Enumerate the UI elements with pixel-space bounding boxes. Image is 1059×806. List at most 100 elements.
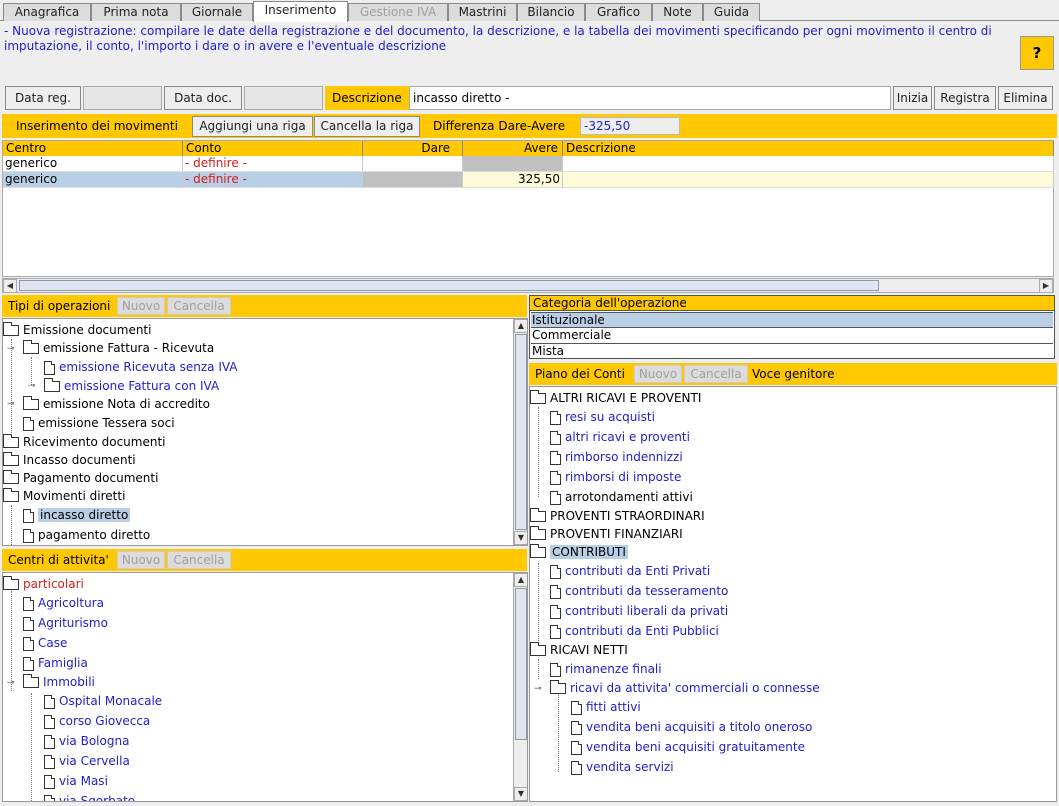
col-centro[interactable]: Centro bbox=[3, 141, 183, 156]
categoria-item-selected[interactable]: Istituzionale bbox=[531, 312, 1053, 328]
cell-dare[interactable] bbox=[363, 156, 463, 172]
tab-guida[interactable]: Guida bbox=[703, 3, 760, 21]
tree-leaf[interactable]: pagamento diretto bbox=[23, 527, 150, 545]
tab-giornale[interactable]: Giornale bbox=[181, 3, 253, 21]
tree-leaf[interactable]: contributi da tesseramento bbox=[550, 583, 728, 601]
tree-leaf[interactable]: via Sgorbato bbox=[44, 793, 135, 801]
tree-node[interactable]: RICAVI NETTI bbox=[530, 642, 628, 660]
cell-descrizione[interactable] bbox=[563, 156, 1054, 172]
tree-leaf[interactable]: contributi da Enti Pubblici bbox=[550, 623, 719, 641]
tree-leaf[interactable]: vendita beni acquisiti a titolo oneroso bbox=[571, 719, 812, 737]
tree-leaf[interactable]: via Masi bbox=[44, 773, 108, 791]
tree-leaf[interactable]: emissione Tessera soci bbox=[23, 415, 175, 433]
tab-prima-nota[interactable]: Prima nota bbox=[91, 3, 181, 21]
add-row-button[interactable]: Aggiungi una riga bbox=[192, 116, 313, 137]
tree-leaf[interactable]: rimborsi di imposte bbox=[550, 469, 681, 487]
col-dare[interactable]: Dare bbox=[363, 141, 463, 156]
tree-node-selected[interactable]: CONTRIBUTI bbox=[530, 544, 628, 562]
cell-conto[interactable]: - definire - bbox=[183, 156, 363, 172]
scroll-down-icon[interactable]: ▼ bbox=[514, 531, 527, 545]
col-conto[interactable]: Conto bbox=[183, 141, 363, 156]
col-avere[interactable]: Avere bbox=[463, 141, 563, 156]
tree-node[interactable]: PROVENTI FINANZIARI bbox=[530, 526, 683, 544]
scroll-thumb[interactable] bbox=[515, 588, 527, 740]
cell-conto[interactable]: - definire - bbox=[183, 172, 363, 188]
piano-nuovo-button: Nuovo bbox=[634, 365, 682, 383]
folder-icon bbox=[44, 378, 60, 392]
elimina-button[interactable]: Elimina bbox=[998, 86, 1053, 110]
data-doc-field[interactable] bbox=[244, 86, 323, 110]
inizia-button[interactable]: Inizia bbox=[893, 86, 932, 110]
tipi-scrollbar[interactable]: ▲ ▼ bbox=[513, 319, 527, 545]
help-button[interactable]: ? bbox=[1020, 36, 1054, 70]
data-reg-field[interactable] bbox=[83, 86, 162, 110]
tree-node[interactable]: Ricevimento documenti bbox=[3, 434, 166, 452]
scroll-right-icon[interactable]: ▶ bbox=[1039, 279, 1053, 293]
tab-anagrafica[interactable]: Anagrafica bbox=[3, 3, 91, 21]
cell-descrizione[interactable] bbox=[563, 172, 1054, 188]
scroll-down-icon[interactable]: ▼ bbox=[514, 787, 527, 801]
cell-dare[interactable] bbox=[363, 172, 463, 188]
folder-open-icon bbox=[3, 488, 19, 502]
descrizione-input[interactable]: incasso diretto - bbox=[409, 86, 891, 110]
tree-node[interactable]: Emissione documenti bbox=[3, 322, 151, 340]
tab-mastrini[interactable]: Mastrini bbox=[448, 3, 517, 21]
tipi-cancella-button: Cancella bbox=[167, 297, 231, 315]
tab-bilancio[interactable]: Bilancio bbox=[517, 3, 585, 21]
scroll-up-icon[interactable]: ▲ bbox=[514, 319, 527, 333]
tree-node[interactable]: Movimenti diretti bbox=[3, 488, 125, 506]
tree-leaf[interactable]: Ospital Monacale bbox=[44, 693, 162, 711]
centri-scrollbar[interactable]: ▲ ▼ bbox=[513, 573, 527, 801]
tree-leaf[interactable]: fitti attivi bbox=[571, 699, 641, 717]
scroll-thumb[interactable] bbox=[515, 334, 527, 530]
tree-node[interactable]: PROVENTI STRAORDINARI bbox=[530, 508, 705, 526]
data-doc-button[interactable]: Data doc. bbox=[164, 86, 242, 110]
tree-leaf-selected[interactable]: incasso diretto bbox=[23, 507, 131, 525]
tree-leaf[interactable]: Famiglia bbox=[23, 655, 88, 673]
tree-leaf[interactable]: corso Giovecca bbox=[44, 713, 150, 731]
registra-button[interactable]: Registra bbox=[934, 86, 996, 110]
tree-leaf[interactable]: emissione Ricevuta senza IVA bbox=[44, 359, 238, 377]
tree-node[interactable]: Incasso documenti bbox=[3, 452, 136, 470]
remove-row-button[interactable]: Cancella la riga bbox=[314, 116, 420, 137]
tree-leaf[interactable]: Case bbox=[23, 635, 67, 653]
tree-leaf[interactable]: rimanenze finali bbox=[550, 661, 662, 679]
data-reg-button[interactable]: Data reg. bbox=[5, 86, 81, 110]
tree-node[interactable]: emissione Fattura con IVA bbox=[44, 378, 219, 396]
tree-node[interactable]: particolari bbox=[3, 576, 84, 594]
scroll-up-icon[interactable]: ▲ bbox=[514, 573, 527, 587]
tree-leaf[interactable]: Agricoltura bbox=[23, 595, 104, 613]
tree-leaf[interactable]: via Bologna bbox=[44, 733, 129, 751]
tree-leaf[interactable]: altri ricavi e proventi bbox=[550, 429, 690, 447]
tree-node[interactable]: Immobili bbox=[23, 674, 95, 692]
tree-leaf[interactable]: contributi liberali da privati bbox=[550, 603, 728, 621]
scroll-thumb[interactable] bbox=[19, 280, 879, 291]
tab-grafico[interactable]: Grafico bbox=[585, 3, 652, 21]
movimenti-toolbar: Inserimento dei movimenti Aggiungi una r… bbox=[2, 114, 1057, 138]
tree-leaf[interactable]: via Cervella bbox=[44, 753, 130, 771]
tree-node[interactable]: emissione Fattura - Ricevuta bbox=[23, 340, 214, 358]
tree-leaf[interactable]: resi su acquisti bbox=[550, 409, 655, 427]
tree-leaf[interactable]: vendita servizi bbox=[571, 759, 674, 777]
cell-centro[interactable]: generico bbox=[3, 172, 183, 188]
tree-node[interactable]: emissione Nota di accredito bbox=[23, 396, 210, 414]
tree-leaf[interactable]: vendita beni acquisiti gratuitamente bbox=[571, 739, 805, 757]
tree-node[interactable]: ALTRI RICAVI E PROVENTI bbox=[530, 390, 701, 408]
categoria-item[interactable]: Commerciale bbox=[531, 328, 1053, 344]
tree-leaf[interactable]: Agriturismo bbox=[23, 615, 108, 633]
table-horizontal-scrollbar[interactable]: ◀ ▶ bbox=[2, 278, 1054, 293]
tree-node[interactable]: Pagamento documenti bbox=[3, 470, 158, 488]
cell-avere[interactable] bbox=[463, 156, 563, 172]
scroll-left-icon[interactable]: ◀ bbox=[3, 279, 17, 293]
categoria-title: Categoria dell'operazione bbox=[530, 296, 1054, 311]
cell-avere[interactable]: 325,50 bbox=[463, 172, 563, 188]
col-descrizione[interactable]: Descrizione bbox=[563, 141, 1054, 156]
tree-leaf[interactable]: rimborso indennizzi bbox=[550, 449, 683, 467]
tree-leaf[interactable]: contributi da Enti Privati bbox=[550, 563, 710, 581]
categoria-item[interactable]: Mista bbox=[531, 344, 1053, 358]
tree-node[interactable]: ricavi da attivita' commerciali o connes… bbox=[550, 680, 820, 698]
tab-note[interactable]: Note bbox=[652, 3, 703, 21]
tab-inserimento[interactable]: Inserimento bbox=[253, 1, 348, 22]
tree-leaf[interactable]: arrotondamenti attivi bbox=[550, 489, 693, 507]
cell-centro[interactable]: generico bbox=[3, 156, 183, 172]
